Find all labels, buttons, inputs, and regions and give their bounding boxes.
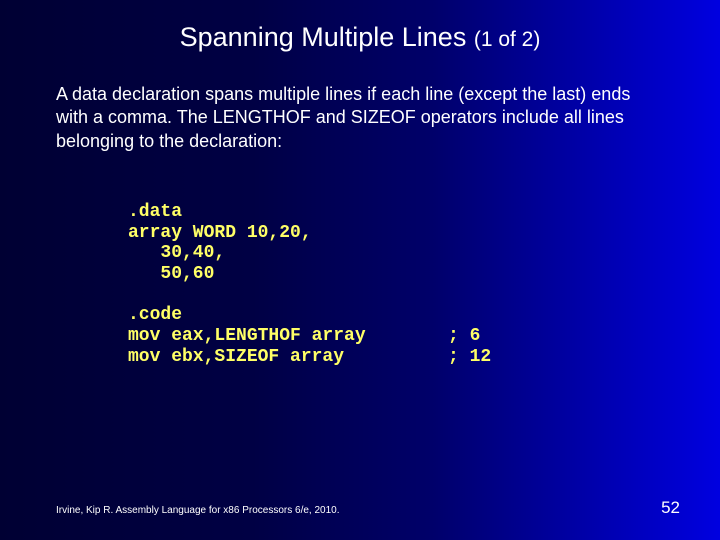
code-row: mov ebx,SIZEOF array; 12: [128, 347, 720, 368]
code-line: 50,60: [128, 264, 214, 284]
code-comment: ; 6: [448, 326, 480, 347]
footer-citation: Irvine, Kip R. Assembly Language for x86…: [56, 505, 340, 516]
code-left: mov ebx,SIZEOF array: [128, 347, 448, 368]
code-row: mov eax,LENGTHOF array; 6: [128, 326, 720, 347]
title-main: Spanning Multiple Lines: [180, 22, 474, 52]
code-left: mov eax,LENGTHOF array: [128, 326, 448, 347]
code-comment: ; 12: [448, 347, 491, 368]
code-line: .data: [128, 202, 182, 222]
title-sub: (1 of 2): [474, 28, 541, 51]
code-line: 30,40,: [128, 243, 225, 263]
code-line: .code: [128, 305, 182, 325]
code-line: array WORD 10,20,: [128, 223, 312, 243]
page-number: 52: [661, 498, 680, 518]
body-paragraph: A data declaration spans multiple lines …: [56, 83, 664, 153]
slide-title: Spanning Multiple Lines (1 of 2): [0, 0, 720, 53]
code-block: .data array WORD 10,20, 30,40, 50,60 .co…: [128, 181, 720, 367]
